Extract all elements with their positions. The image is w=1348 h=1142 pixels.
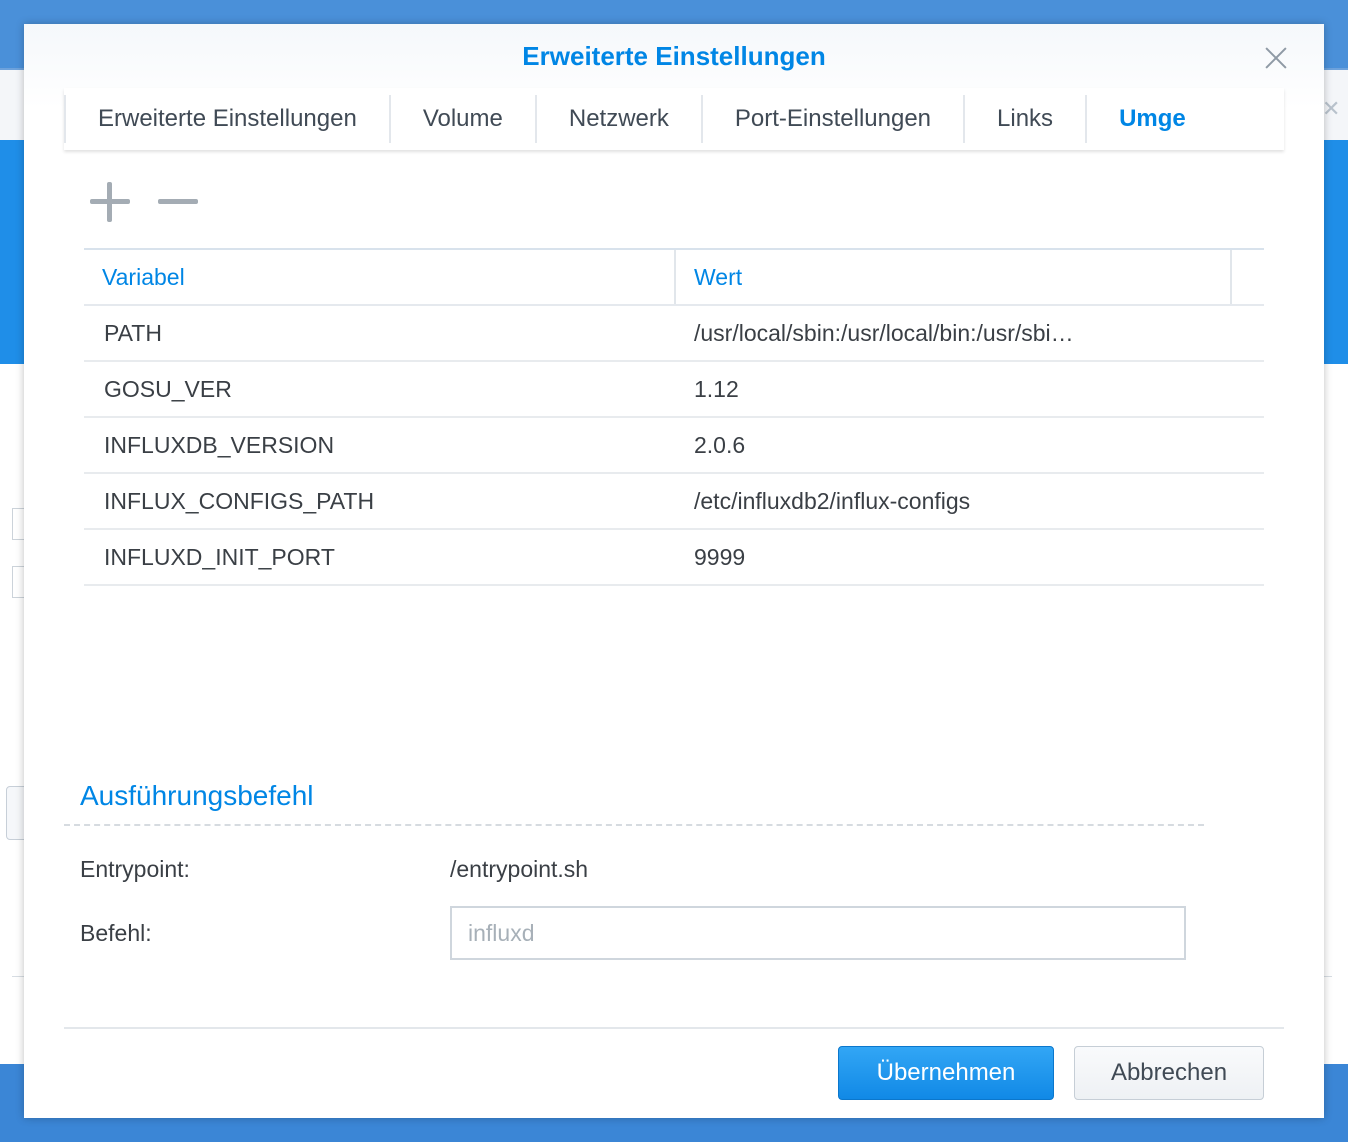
value-cell: /etc/influxdb2/influx-configs [694, 487, 971, 514]
table-row[interactable]: INFLUXDB_VERSION 2.0.6 [84, 418, 1264, 474]
value-cell: 9999 [694, 543, 746, 570]
variable-cell: INFLUXDB_VERSION [104, 431, 335, 458]
variable-cell: INFLUXD_INIT_PORT [104, 543, 335, 570]
section-divider [64, 824, 1204, 826]
close-icon[interactable] [1260, 42, 1292, 74]
table-row[interactable]: GOSU_VER 1.12 [84, 362, 1264, 418]
tab-bar: Erweiterte Einstellungen Volume Netzwerk… [64, 88, 1284, 150]
tab-environment[interactable]: Umge [1085, 95, 1218, 143]
column-header-variable[interactable]: Variabel [84, 250, 676, 304]
tab-volume[interactable]: Volume [388, 95, 535, 143]
minus-icon[interactable] [156, 180, 200, 224]
tab-network[interactable]: Netzwerk [534, 95, 701, 143]
variable-cell: PATH [104, 319, 162, 346]
command-input[interactable] [450, 906, 1186, 960]
column-header-spacer [1232, 250, 1264, 304]
cancel-button[interactable]: Abbrechen [1074, 1046, 1264, 1100]
value-cell: /usr/local/sbin:/usr/local/bin:/usr/sbi… [694, 319, 1074, 346]
table-header: Variabel Wert [84, 248, 1264, 306]
value-cell: 1.12 [694, 375, 739, 402]
tab-links[interactable]: Links [963, 95, 1085, 143]
variable-cell: GOSU_VER [104, 375, 232, 402]
background-close-icon: ✕ [1322, 96, 1341, 121]
footer-divider [64, 1027, 1284, 1029]
apply-button[interactable]: Übernehmen [838, 1046, 1054, 1100]
entrypoint-value: /entrypoint.sh [450, 856, 589, 882]
environment-variables-table: Variabel Wert PATH /usr/local/sbin:/usr/… [84, 248, 1264, 586]
tab-port-settings[interactable]: Port-Einstellungen [700, 95, 963, 143]
plus-icon[interactable] [88, 180, 132, 224]
variable-cell: INFLUX_CONFIGS_PATH [104, 487, 375, 514]
variable-toolbar [88, 180, 200, 230]
table-row[interactable]: INFLUXD_INIT_PORT 9999 [84, 530, 1264, 586]
execution-section-title: Ausführungsbefehl [80, 780, 314, 811]
column-header-value[interactable]: Wert [676, 250, 1232, 304]
entrypoint-label: Entrypoint: [80, 856, 190, 882]
tab-advanced-settings[interactable]: Erweiterte Einstellungen [64, 95, 389, 143]
table-row[interactable]: PATH /usr/local/sbin:/usr/local/bin:/usr… [84, 306, 1264, 362]
value-cell: 2.0.6 [694, 431, 746, 458]
advanced-settings-dialog: Erweiterte Einstellungen Erweiterte Eins… [24, 24, 1324, 1118]
command-label: Befehl: [80, 920, 152, 946]
table-row[interactable]: INFLUX_CONFIGS_PATH /etc/influxdb2/influ… [84, 474, 1264, 530]
dialog-title: Erweiterte Einstellungen [522, 41, 826, 71]
